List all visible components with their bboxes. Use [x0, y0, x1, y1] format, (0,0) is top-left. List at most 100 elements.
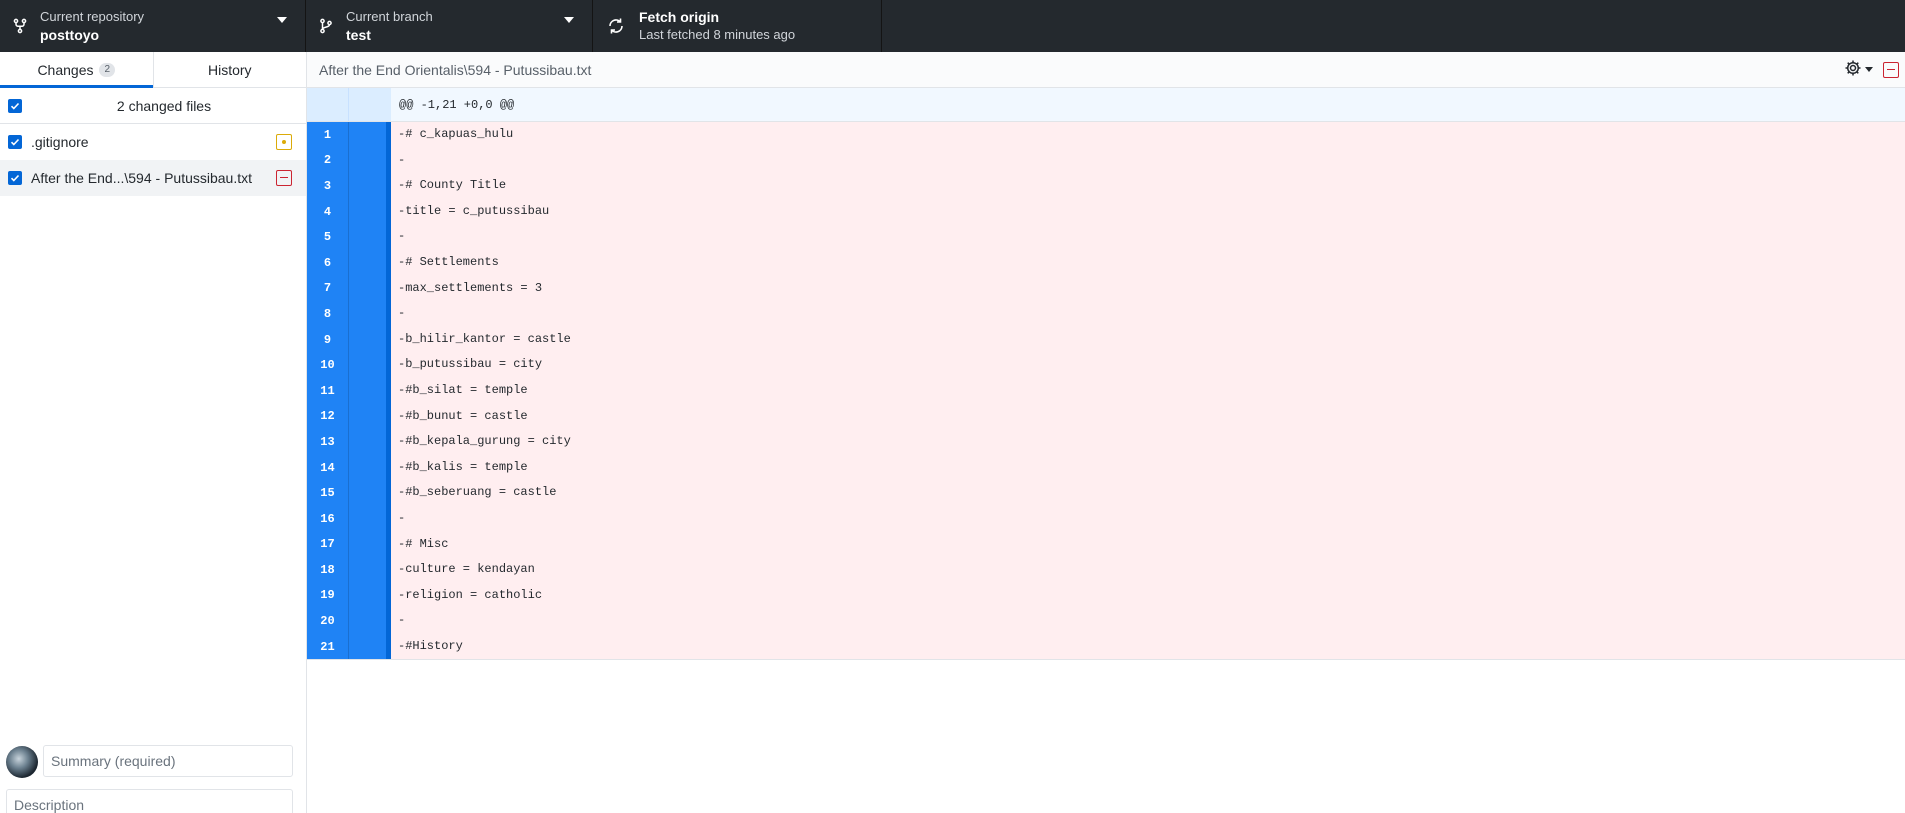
diff-line[interactable]: 17 -# Misc: [307, 531, 1905, 558]
line-number-old[interactable]: 5: [307, 224, 349, 250]
line-number-old[interactable]: 20: [307, 608, 349, 634]
line-number-new[interactable]: [349, 198, 391, 225]
line-number-new[interactable]: [349, 326, 391, 353]
diff-line[interactable]: 1 -# c_kapuas_hulu: [307, 122, 1905, 148]
line-number-old[interactable]: 21: [307, 633, 349, 660]
line-number-new[interactable]: [349, 505, 391, 532]
diff-line[interactable]: 4 -title = c_putussibau: [307, 198, 1905, 225]
tab-changes[interactable]: Changes 2: [0, 52, 153, 88]
line-number-new[interactable]: [349, 582, 391, 609]
file-name: .gitignore: [31, 133, 89, 150]
line-content: -b_hilir_kantor = castle: [398, 331, 571, 346]
line-number-new[interactable]: [349, 608, 391, 634]
select-all-checkbox[interactable]: [8, 98, 22, 113]
line-content: -# Misc: [398, 536, 449, 551]
diff-line[interactable]: 13 -#b_kepala_gurung = city: [307, 429, 1905, 455]
line-number-old[interactable]: 16: [307, 505, 349, 532]
file-row-gitignore[interactable]: .gitignore: [0, 124, 306, 160]
line-number-new[interactable]: [349, 224, 391, 250]
diff-line[interactable]: 20 -: [307, 608, 1905, 634]
diff-line[interactable]: 11 -#b_silat = temple: [307, 377, 1905, 404]
fetch-title: Fetch origin: [639, 9, 720, 25]
line-content: -: [398, 229, 406, 244]
line-number-new[interactable]: [349, 403, 391, 430]
diff-line[interactable]: 10 -b_putussibau = city: [307, 352, 1905, 378]
line-number-old[interactable]: 7: [307, 275, 349, 302]
current-branch-button[interactable]: Current branch test: [306, 0, 593, 52]
line-number-new[interactable]: [349, 377, 391, 404]
diff-line[interactable]: 15 -#b_seberuang = castle: [307, 480, 1905, 506]
commit-summary-input[interactable]: [43, 745, 293, 777]
line-number-old[interactable]: 19: [307, 582, 349, 609]
line-number-old[interactable]: 17: [307, 531, 349, 558]
line-content: -#b_bunut = castle: [398, 408, 528, 423]
diff-line[interactable]: 14 -#b_kalis = temple: [307, 454, 1905, 481]
git-branch-icon: [306, 18, 346, 34]
line-number-old[interactable]: 8: [307, 301, 349, 327]
diff-settings-button[interactable]: [1844, 59, 1873, 80]
chevron-down-icon: [277, 17, 287, 23]
line-number-new[interactable]: [349, 173, 391, 199]
line-number-new[interactable]: [349, 429, 391, 455]
line-number-old[interactable]: 18: [307, 557, 349, 583]
line-content: -#b_kepala_gurung = city: [398, 434, 571, 449]
diff-line[interactable]: 5-: [307, 224, 1905, 250]
current-repository-button[interactable]: Current repository posttoyo: [0, 0, 306, 52]
diff-line[interactable]: 7 -max_settlements = 3: [307, 275, 1905, 302]
line-number-old[interactable]: 14: [307, 454, 349, 481]
fetch-status: Last fetched 8 minutes ago: [639, 27, 796, 42]
line-number-new[interactable]: [349, 633, 391, 660]
tab-history[interactable]: History: [152, 52, 307, 87]
line-number-old[interactable]: 13: [307, 429, 349, 455]
branch-label: Current branch: [346, 9, 433, 24]
diff-line[interactable]: 21 -#History: [307, 633, 1905, 660]
commit-description-input[interactable]: [6, 789, 293, 813]
line-number-new[interactable]: [349, 352, 391, 378]
repo-forked-icon: [0, 18, 40, 34]
changes-sidebar: Changes 2 History 2 changed files .gitig…: [0, 52, 307, 813]
hunk-gutter-new: [349, 88, 391, 121]
fetch-origin-button[interactable]: Fetch origin Last fetched 8 minutes ago: [593, 0, 882, 52]
line-number-new[interactable]: [349, 454, 391, 481]
line-number-old[interactable]: 6: [307, 249, 349, 276]
line-number-new[interactable]: [349, 557, 391, 583]
diff-line[interactable]: 8-: [307, 301, 1905, 327]
repo-label: Current repository: [40, 9, 145, 24]
line-number-old[interactable]: 2: [307, 147, 349, 174]
line-number-new[interactable]: [349, 531, 391, 558]
line-number-old[interactable]: 1: [307, 122, 349, 148]
line-number-new[interactable]: [349, 122, 391, 148]
hunk-header-row[interactable]: @@ -1,21 +0,0 @@: [307, 88, 1905, 122]
line-number-new[interactable]: [349, 301, 391, 327]
diff-line[interactable]: 18 -culture = kendayan: [307, 557, 1905, 583]
line-content: -# County Title: [398, 178, 507, 193]
line-number-new[interactable]: [349, 147, 391, 174]
line-number-new[interactable]: [349, 275, 391, 302]
commit-form: [0, 735, 306, 813]
file-row-putussibau[interactable]: After the End...\594 - Putussibau.txt: [0, 160, 306, 196]
diff-line[interactable]: 3 -# County Title: [307, 173, 1905, 199]
line-number-old[interactable]: 3: [307, 173, 349, 199]
file-checkbox[interactable]: [8, 170, 22, 185]
chevron-down-icon: [1865, 67, 1873, 72]
line-number-old[interactable]: 9: [307, 326, 349, 353]
tab-changes-label: Changes: [37, 61, 94, 78]
diff-line[interactable]: 2-: [307, 147, 1905, 174]
diff-line[interactable]: 12 -#b_bunut = castle: [307, 403, 1905, 430]
line-number-old[interactable]: 4: [307, 198, 349, 225]
line-number-old[interactable]: 11: [307, 377, 349, 404]
diff-removed-icon: [1883, 61, 1899, 78]
diff-line[interactable]: 9 -b_hilir_kantor = castle: [307, 326, 1905, 353]
line-content: -# Settlements: [398, 254, 499, 269]
diff-line[interactable]: 19 -religion = catholic: [307, 582, 1905, 609]
diff-line[interactable]: 16 -: [307, 505, 1905, 532]
file-checkbox[interactable]: [8, 134, 22, 149]
diff-view: @@ -1,21 +0,0 @@ 1 -# c_kapuas_hulu 2-3 -# …: [307, 88, 1905, 662]
line-number-old[interactable]: 10: [307, 352, 349, 378]
line-number-old[interactable]: 15: [307, 480, 349, 506]
line-number-new[interactable]: [349, 249, 391, 276]
line-number-old[interactable]: 12: [307, 403, 349, 430]
line-content: -title = c_putussibau: [398, 203, 550, 218]
line-number-new[interactable]: [349, 480, 391, 506]
diff-line[interactable]: 6 -# Settlements: [307, 249, 1905, 276]
